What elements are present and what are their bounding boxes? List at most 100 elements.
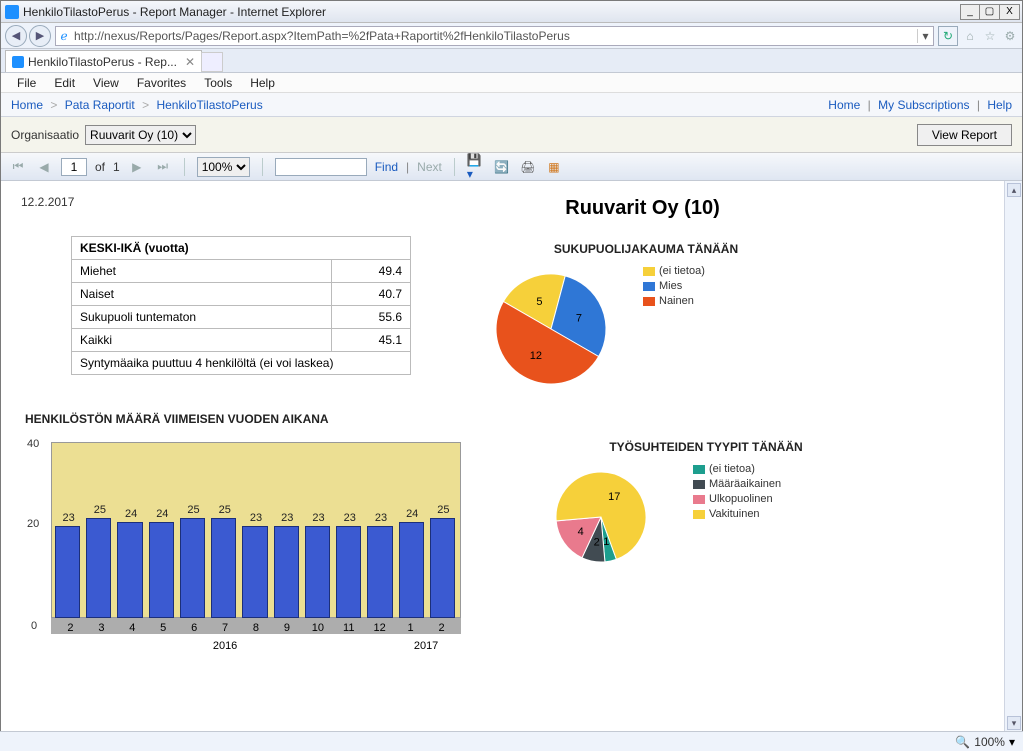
menu-edit[interactable]: Edit [46,74,83,92]
x-tick: 5 [148,622,179,634]
bar-value-label: 25 [211,504,238,516]
x-tick: 2 [55,622,86,634]
table-row: Kaikki45.1 [72,329,411,352]
scroll-up-icon[interactable]: ▴ [1007,183,1021,197]
headcount-bar-chart: 40 20 0 23252424252523232323232425 23456… [21,434,471,654]
breadcrumb-folder[interactable]: Pata Raportit [65,98,135,112]
x-tick: 3 [86,622,117,634]
breadcrumb-row: Home > Pata Raportit > HenkiloTilastoPer… [1,93,1022,117]
bar-value-label: 23 [55,512,82,524]
menu-tools[interactable]: Tools [196,74,240,92]
minimize-button[interactable]: _ [960,4,980,20]
age-header: KESKI-IKÄ (vuotta) [72,237,411,260]
svg-text:12: 12 [530,350,542,362]
favorites-icon[interactable]: ☆ [982,28,998,44]
legend-swatch [693,465,705,474]
legend-swatch [693,510,705,519]
address-bar[interactable]: ℯ ▾ [55,26,934,46]
new-tab-button[interactable] [201,52,223,72]
browser-tab[interactable]: HenkiloTilastoPerus - Rep... ✕ [5,50,202,72]
x-tick: 2 [426,622,457,634]
toolbar-refresh-button[interactable]: 🔄 [493,158,511,176]
menu-favorites[interactable]: Favorites [129,74,194,92]
export-button[interactable]: 💾▾ [467,158,485,176]
tab-close-icon[interactable]: ✕ [185,55,195,69]
find-input[interactable] [275,158,367,176]
table-row: Naiset40.7 [72,283,411,306]
report-body: 12.2.2017 Ruuvarit Oy (10) KESKI-IKÄ (vu… [1,181,1004,732]
back-button[interactable]: ◀ [5,25,27,47]
menu-file[interactable]: File [9,74,44,92]
bar-value-label: 24 [117,508,144,520]
menu-help[interactable]: Help [242,74,283,92]
first-page-button[interactable]: ⏮ [9,158,27,176]
bar-value-label: 25 [430,504,457,516]
link-home[interactable]: Home [828,98,860,112]
svg-text:5: 5 [536,296,542,308]
next-page-button[interactable]: ▶ [128,158,146,176]
tab-strip: HenkiloTilastoPerus - Rep... ✕ [1,49,1022,73]
bar-value-label: 23 [305,512,332,524]
param-select-organisaatio[interactable]: Ruuvarit Oy (10) [85,125,196,145]
zoom-dd-icon[interactable]: ▾ [1009,735,1015,749]
address-dropdown[interactable]: ▾ [917,29,933,43]
next-link[interactable]: Next [417,160,442,174]
emp-title: TYÖSUHTEIDEN TYYPIT TÄNÄÄN [531,440,881,454]
x-tick: 10 [302,622,333,634]
close-window-button[interactable]: X [1000,4,1020,20]
x-tick: 11 [333,622,364,634]
bar-value-label: 23 [367,512,394,524]
forward-button[interactable]: ▶ [29,25,51,47]
maximize-button[interactable]: ▢ [980,4,1000,20]
refresh-button[interactable]: ↻ [938,26,958,46]
url-input[interactable] [72,28,917,44]
svg-text:17: 17 [608,491,620,503]
x-tick: 7 [210,622,241,634]
report-title: Ruuvarit Oy (10) [301,197,984,220]
menu-view[interactable]: View [85,74,127,92]
gender-legend: (ei tietoa) Mies Nainen [643,264,705,394]
bar-value-label: 23 [242,512,269,524]
find-link[interactable]: Find [375,160,398,174]
legend-swatch [643,267,655,276]
vertical-scrollbar[interactable]: ▴ ▾ [1004,181,1022,732]
param-label: Organisaatio [11,128,79,142]
view-report-button[interactable]: View Report [917,124,1012,146]
zoom-level[interactable]: 100% [974,735,1005,749]
zoom-select[interactable]: 100% [197,157,250,177]
print-button[interactable]: 🖨 [519,158,537,176]
home-icon[interactable]: ⌂ [962,28,978,44]
x-tick: 9 [271,622,302,634]
of-label: of [95,160,105,174]
prev-page-button[interactable]: ◀ [35,158,53,176]
link-subscriptions[interactable]: My Subscriptions [878,98,969,112]
page-icon: ℯ [56,29,72,43]
page-input[interactable] [61,158,87,176]
employment-pie-section: TYÖSUHTEIDEN TYYPIT TÄNÄÄN 12417 (ei tie… [531,434,881,572]
atom-button[interactable]: ▦ [545,158,563,176]
breadcrumb-report[interactable]: HenkiloTilastoPerus [156,98,262,112]
employment-pie-chart: 12417 [531,462,681,572]
emp-legend: (ei tietoa) Määräaikainen Ulkopuolinen V… [693,462,781,572]
svg-text:2: 2 [594,536,600,548]
legend-swatch [643,282,655,291]
gender-pie-chart: 5 7 12 [471,264,631,394]
x-tick: 4 [117,622,148,634]
x-tick: 1 [395,622,426,634]
bar-value-label: 24 [149,508,176,520]
bar-value-label: 25 [86,504,113,516]
window-title-bar: HenkiloTilastoPerus - Report Manager - I… [1,1,1022,23]
breadcrumb: Home > Pata Raportit > HenkiloTilastoPer… [11,98,828,112]
bar-value-label: 25 [180,504,207,516]
bar-value-label: 23 [274,512,301,524]
gender-title: SUKUPUOLIJAKAUMA TÄNÄÄN [471,242,821,256]
tools-icon[interactable]: ⚙ [1002,28,1018,44]
last-page-button[interactable]: ⏭ [154,158,172,176]
breadcrumb-home[interactable]: Home [11,98,43,112]
link-help[interactable]: Help [987,98,1012,112]
zoom-icon[interactable]: 🔍 [955,735,970,749]
scroll-down-icon[interactable]: ▾ [1007,716,1021,730]
breadcrumb-right: Home | My Subscriptions | Help [828,98,1012,112]
table-row: Syntymäaika puuttuu 4 henkilöltä (ei voi… [72,352,411,375]
svg-text:7: 7 [576,312,582,324]
